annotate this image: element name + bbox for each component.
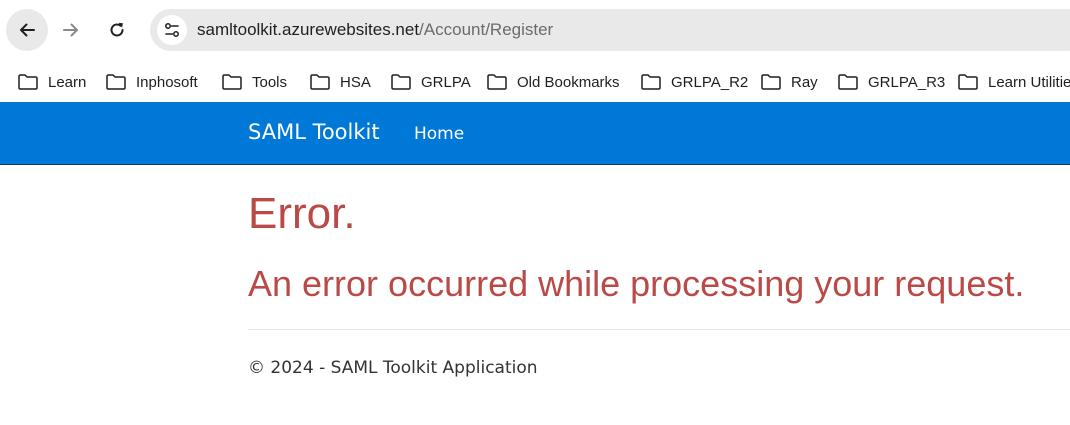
arrow-right-icon: [63, 23, 78, 37]
bookmark-hsa[interactable]: HSA: [310, 68, 371, 96]
bookmark-label: GRLPA_R3: [868, 73, 946, 91]
app-navbar: SAML Toolkit Home: [0, 102, 1070, 165]
folder-icon: [310, 74, 330, 90]
back-button[interactable]: [6, 9, 48, 51]
nav-link-home[interactable]: Home: [414, 124, 464, 144]
bookmark-label: Learn Utilitie: [988, 73, 1070, 91]
footer-text: © 2024 - SAML Toolkit Application: [248, 358, 538, 378]
bookmark-label: Learn: [48, 73, 87, 91]
folder-icon: [106, 74, 126, 90]
footer-divider: [248, 329, 1070, 330]
brand-link[interactable]: SAML Toolkit: [248, 120, 380, 144]
bookmark-label: Old Bookmarks: [517, 73, 620, 91]
site-info-button[interactable]: [157, 15, 187, 45]
folder-icon: [641, 74, 661, 90]
reload-icon: [110, 22, 124, 37]
site-settings-icon: [165, 23, 179, 37]
bookmark-grlpa[interactable]: GRLPA: [391, 68, 471, 96]
forward-button[interactable]: [50, 9, 92, 51]
bookmark-label: GRLPA: [421, 73, 471, 91]
bookmark-label: Tools: [252, 73, 288, 91]
folder-icon: [222, 74, 242, 90]
bookmark-label: Ray: [791, 73, 818, 91]
arrow-left-icon: [20, 23, 35, 37]
bookmark-label: GRLPA_R2: [671, 73, 749, 91]
error-message: An error occurred while processing your …: [248, 263, 1025, 304]
folder-icon: [838, 74, 858, 90]
bookmark-learn-utilities[interactable]: Learn Utilitie: [958, 68, 1070, 96]
url-host: samltoolkit.azurewebsites.net: [197, 20, 420, 39]
folder-icon: [18, 74, 38, 90]
bookmark-ray[interactable]: Ray: [761, 68, 818, 96]
bookmark-learn[interactable]: Learn: [18, 68, 86, 96]
bookmark-tools[interactable]: Tools: [222, 68, 287, 96]
bookmark-label: Inphosoft: [136, 73, 198, 91]
url-path: /Account/Register: [419, 20, 554, 39]
folder-icon: [391, 74, 411, 90]
error-title: Error.: [248, 189, 356, 238]
bookmark-grlpa-r3[interactable]: GRLPA_R3: [838, 68, 945, 96]
address-bar[interactable]: samltoolkit.azurewebsites.net/Account/Re…: [150, 9, 1070, 51]
folder-icon: [761, 74, 781, 90]
folder-icon: [487, 74, 507, 90]
reload-button[interactable]: [96, 9, 138, 51]
bookmark-inphosoft[interactable]: Inphosoft: [106, 68, 198, 96]
folder-icon: [958, 74, 978, 90]
bookmark-label: HSA: [340, 73, 371, 91]
bookmarks-bar: Learn Inphosoft Tools HSA GRLPA Old Book…: [0, 62, 1070, 102]
browser-toolbar: samltoolkit.azurewebsites.net/Account/Re…: [0, 0, 1070, 62]
url-text[interactable]: samltoolkit.azurewebsites.net/Account/Re…: [197, 20, 553, 40]
bookmark-old-bookmarks[interactable]: Old Bookmarks: [487, 68, 620, 96]
bookmark-grlpa-r2[interactable]: GRLPA_R2: [641, 68, 748, 96]
